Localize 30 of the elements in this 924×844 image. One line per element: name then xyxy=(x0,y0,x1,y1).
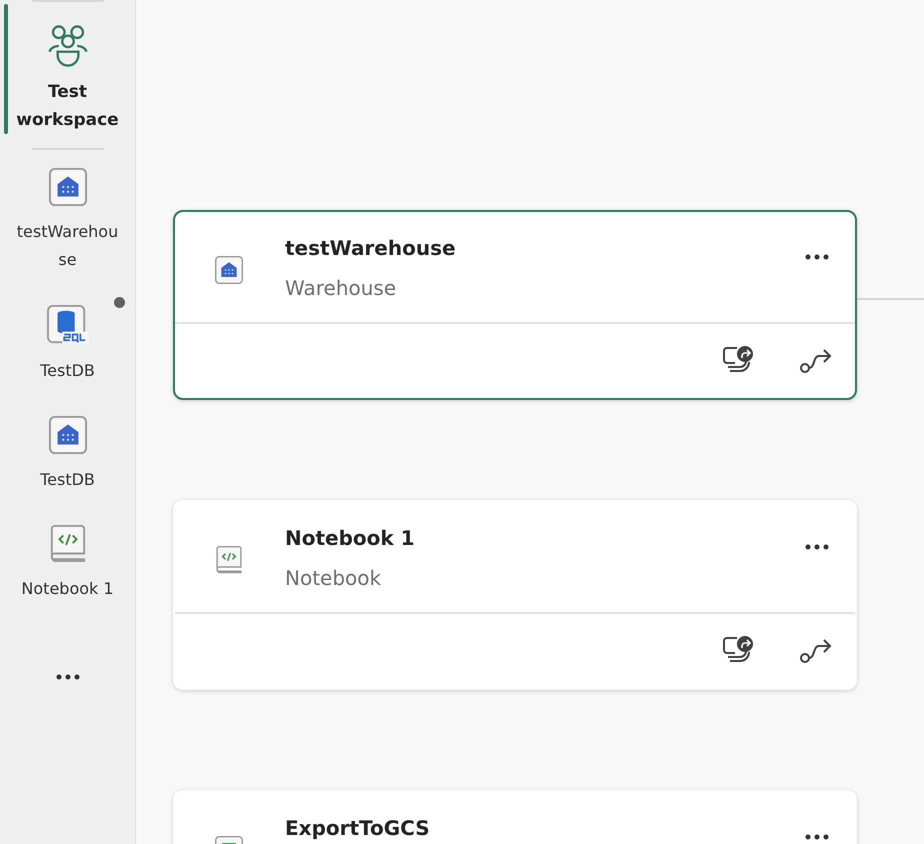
sidebar-item[interactable]: TestDB xyxy=(0,398,135,507)
warehouse-icon xyxy=(48,416,86,454)
card-type: Warehouse xyxy=(285,276,398,300)
sidebar-item-label: Test workspace xyxy=(15,81,120,132)
sql-database-icon xyxy=(46,305,88,345)
more-icon xyxy=(56,674,80,680)
sidebar-item[interactable]: testWarehouse xyxy=(0,150,135,287)
sidebar-item[interactable]: Notebook 1 xyxy=(0,507,135,616)
notebook-icon xyxy=(215,546,243,574)
more-icon xyxy=(805,544,829,550)
item-card[interactable]: Notebook 1 Notebook xyxy=(173,500,857,690)
sidebar-item-label: TestDB xyxy=(39,360,96,382)
more-icon xyxy=(805,834,829,840)
more-icon xyxy=(805,254,829,260)
sidebar-item[interactable]: TestDB xyxy=(0,287,135,398)
card-type: Notebook xyxy=(285,566,382,590)
item-card[interactable]: ExportToGCS xyxy=(173,790,857,844)
card-title: testWarehouse xyxy=(285,236,457,260)
card-title: ExportToGCS xyxy=(285,816,431,840)
lineage-icon xyxy=(799,637,833,665)
lineage-icon xyxy=(799,347,833,375)
sidebar-item-label: TestDB xyxy=(39,469,96,491)
sidebar-item[interactable]: Test workspace xyxy=(0,4,135,140)
card-title: Notebook 1 xyxy=(285,526,416,550)
sidebar-item-label: testWarehouse xyxy=(16,221,120,271)
item-card[interactable]: testWarehouse Warehouse xyxy=(173,210,857,400)
warehouse-icon xyxy=(215,256,243,284)
notebook-icon xyxy=(48,525,86,563)
warehouse-icon xyxy=(48,168,86,206)
sidebar-item-label: Notebook 1 xyxy=(20,578,115,600)
